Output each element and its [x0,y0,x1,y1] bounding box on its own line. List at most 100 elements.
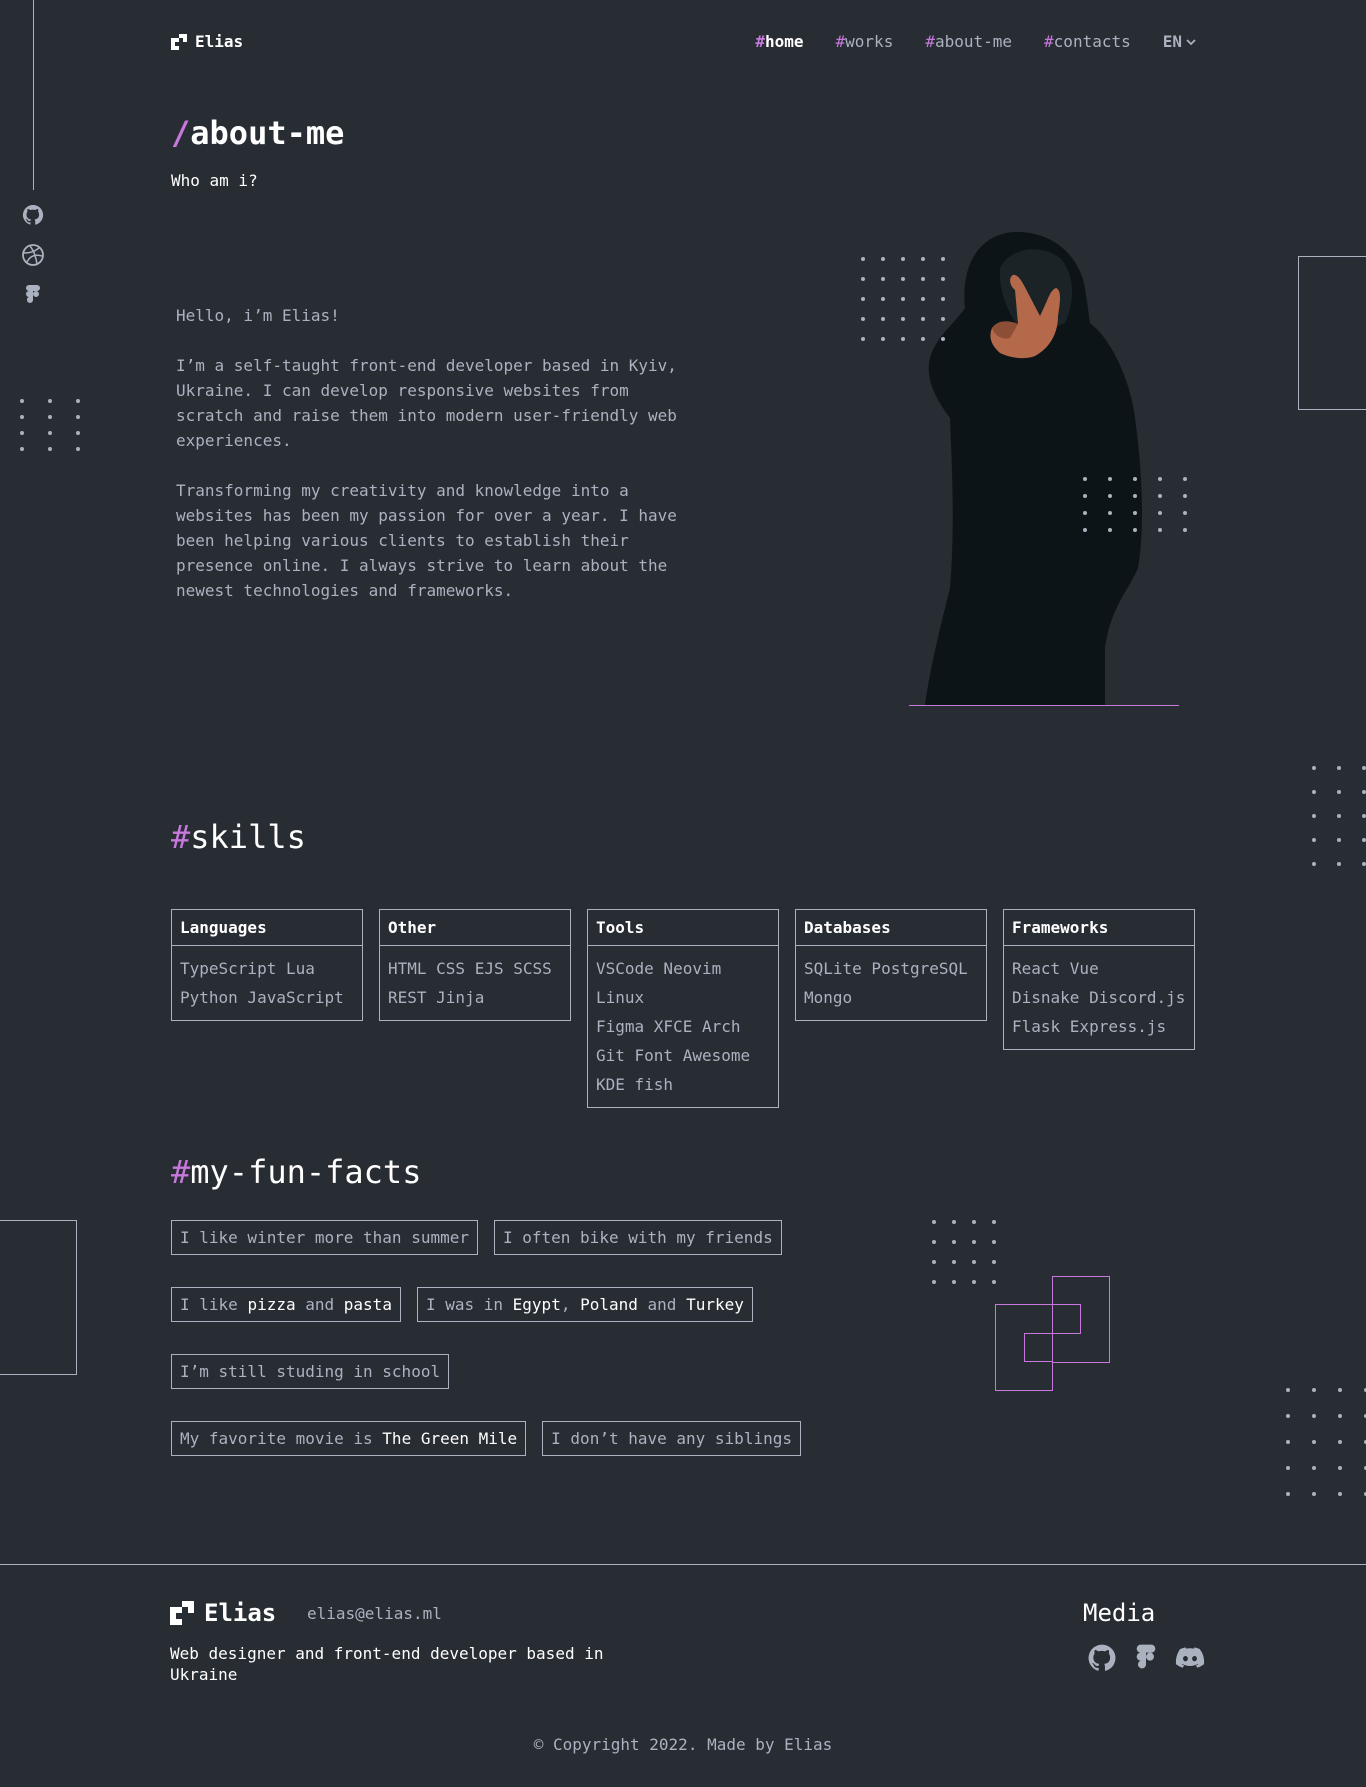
fact-text: I like [180,1295,248,1314]
nav-label: home [764,32,804,51]
logo[interactable]: Elias [171,32,243,51]
fact-text: and [295,1295,344,1314]
dribbble-icon[interactable] [21,243,45,267]
fact-text: My favorite movie is [180,1429,383,1448]
nav-hash: # [835,32,846,51]
discord-icon[interactable] [1174,1642,1206,1674]
skill-group-databases: Databases SQLite PostgreSQL Mongo [795,909,987,1021]
main-nav: #home #works #about-me #contacts EN [755,32,1196,51]
skill-group-title: Other [380,910,570,946]
decorative-rectangle [1298,256,1366,410]
about-greeting: Hello, i’m Elias! [176,306,340,325]
skill-group-frameworks: Frameworks React Vue Disnake Discord.js … [1003,909,1195,1050]
logo-icon [170,1601,194,1625]
copyright: © Copyright 2022. Made by Elias [533,1735,833,1754]
skill-line: Python JavaScript [180,988,344,1007]
skill-line: SQLite PostgreSQL [804,959,968,978]
footer-logo-text: Elias [204,1599,277,1627]
github-icon[interactable] [1086,1642,1118,1674]
dots-decoration [861,257,945,341]
fact-text: , [560,1295,581,1314]
github-icon[interactable] [21,203,45,227]
language-label: EN [1162,32,1182,51]
nav-label: about-me [934,32,1013,51]
fact-highlight: pizza [247,1295,296,1314]
dots-decoration [932,1220,996,1284]
fun-fact: I often bike with my friends [493,1220,782,1255]
skill-group-tools: Tools VSCode Neovim Linux Figma XFCE Arc… [587,909,779,1108]
footer-email[interactable]: elias@elias.ml [307,1604,442,1623]
skill-line: Mongo [804,988,853,1007]
language-selector[interactable]: EN [1163,32,1196,51]
side-media-links [21,203,45,307]
page-subtitle: Who am i? [171,171,258,190]
nav-label: works [845,32,894,51]
skill-group-body: VSCode Neovim Linux Figma XFCE Arch Git … [588,946,778,1107]
skill-line: Disnake Discord.js [1012,988,1186,1007]
title-text: skills [190,818,306,856]
skill-group-title: Tools [588,910,778,946]
skill-line: KDE fish [596,1075,674,1094]
fun-fact: My favorite movie is The Green Mile [171,1421,527,1456]
fact-highlight: Poland [580,1295,638,1314]
nav-works[interactable]: #works [836,32,894,51]
dots-decoration [20,399,80,451]
footer-media-links [1086,1642,1206,1674]
fact-highlight: Egypt [512,1295,561,1314]
fact-highlight: Turkey [686,1295,744,1314]
nav-home[interactable]: #home [755,32,803,51]
photo-underline [909,705,1179,706]
skill-group-body: React Vue Disnake Discord.js Flask Expre… [1004,946,1194,1049]
side-vertical-line [33,0,34,190]
about-text: Hello, i’m Elias! I’m a self-taught fron… [176,303,696,628]
skill-group-body: HTML CSS EJS SCSS REST Jinja [380,946,570,1020]
logo-outline-decoration [995,1276,1110,1391]
figma-icon[interactable] [21,283,45,307]
logo-text: Elias [195,32,244,51]
skill-line: React Vue [1012,959,1099,978]
chevron-down-icon [1186,38,1196,45]
fun-facts-list: I like winter more than summer I often b… [171,1220,811,1456]
skill-line: REST Jinja [388,988,485,1007]
figma-icon[interactable] [1130,1642,1162,1674]
fact-text: I was in [425,1295,513,1314]
skills-list: Languages TypeScript Lua Python JavaScri… [171,909,1195,1108]
skill-group-body: TypeScript Lua Python JavaScript [172,946,362,1020]
skill-line: HTML CSS EJS SCSS [388,959,552,978]
fun-fact: I like winter more than summer [171,1220,478,1255]
footer-media-title: Media [1083,1599,1156,1627]
fact-text: and [637,1295,687,1314]
title-text: about-me [190,114,345,152]
skill-line: VSCode Neovim Linux [596,959,722,1007]
fun-fact: I don’t have any siblings [542,1421,801,1456]
footer-description: Web designer and front-end developer bas… [170,1644,604,1684]
footer-logo[interactable]: Elias [170,1599,276,1627]
skill-group-title: Databases [796,910,986,946]
skill-group-other: Other HTML CSS EJS SCSS REST Jinja [379,909,571,1021]
title-slash: / [171,114,191,152]
skill-group-title: Languages [172,910,362,946]
nav-about-me[interactable]: #about-me [925,32,1012,51]
fun-fact: I’m still studing in school [171,1354,450,1389]
about-paragraph: I’m a self-taught front-end developer ba… [176,356,677,450]
nav-label: contacts [1053,32,1131,51]
title-text: my-fun-facts [190,1153,422,1191]
nav-contacts[interactable]: #contacts [1044,32,1131,51]
skills-title: #skills [171,818,306,856]
title-hash: # [171,1153,191,1191]
footer-divider [0,1564,1366,1565]
fact-highlight: The Green Mile [382,1429,518,1448]
title-hash: # [171,818,191,856]
dots-decoration [1083,477,1187,532]
nav-hash: # [1044,32,1054,51]
skill-group-title: Frameworks [1004,910,1194,946]
skill-group-languages: Languages TypeScript Lua Python JavaScri… [171,909,363,1021]
skill-line: TypeScript Lua [180,959,315,978]
about-paragraph: Transforming my creativity and knowledge… [176,481,677,600]
fact-highlight: pasta [343,1295,392,1314]
fun-fact: I like pizza and pasta [171,1287,401,1322]
skill-line: Flask Express.js [1012,1017,1167,1036]
dots-decoration [1286,1388,1366,1496]
skill-line: Figma XFCE Arch [596,1017,741,1036]
nav-hash: # [755,32,765,51]
